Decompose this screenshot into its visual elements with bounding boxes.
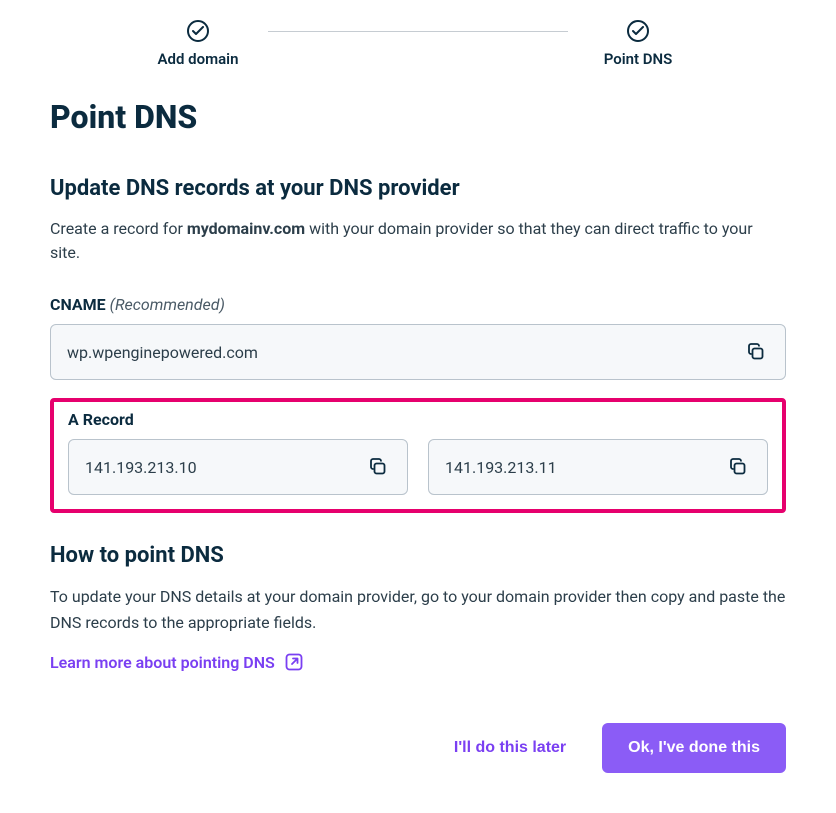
learn-more-link[interactable]: Learn more about pointing DNS [50,651,305,673]
copy-icon [728,457,748,477]
a-record-field-1: 141.193.213.10 [68,439,408,495]
step-label: Add domain [158,50,239,68]
stepper-divider [268,31,568,32]
cname-hint: (Recommended) [110,295,225,314]
done-button[interactable]: Ok, I've done this [602,723,786,773]
copy-a-record-1-button[interactable] [365,454,391,480]
page-title: Point DNS [50,98,786,136]
a-record-value-2: 141.193.213.11 [445,458,557,477]
cname-block: CNAME (Recommended) wp.wpenginepowered.c… [50,295,786,380]
a-record-highlight: A Record 141.193.213.10 141.193.213.11 [50,398,786,513]
a-record-label: A Record [68,410,768,429]
domain-name: mydomainv.com [187,219,305,238]
intro-prefix: Create a record for [50,219,187,238]
copy-icon [746,342,766,362]
howto-body: To update your DNS details at your domai… [50,584,786,635]
update-dns-heading: Update DNS records at your DNS provider [50,176,786,201]
do-later-button[interactable]: I'll do this later [446,727,574,769]
a-record-row: 141.193.213.10 141.193.213.11 [68,439,768,495]
step-point-dns: Point DNS [568,20,708,68]
check-circle-icon [627,20,649,42]
cname-field: wp.wpenginepowered.com [50,324,786,380]
external-link-icon [283,651,305,673]
copy-cname-button[interactable] [743,339,769,365]
howto-heading: How to point DNS [50,543,786,568]
progress-stepper: Add domain Point DNS [50,20,786,68]
step-add-domain: Add domain [128,20,268,68]
a-record-field-2: 141.193.213.11 [428,439,768,495]
copy-icon [368,457,388,477]
check-circle-icon [187,20,209,42]
update-dns-intro: Create a record for mydomainv.com with y… [50,217,786,265]
cname-value: wp.wpenginepowered.com [67,343,258,362]
cname-label: CNAME (Recommended) [50,295,786,314]
footer-actions: I'll do this later Ok, I've done this [50,723,786,773]
copy-a-record-2-button[interactable] [725,454,751,480]
step-label: Point DNS [604,50,673,68]
cname-label-text: CNAME [50,295,106,314]
a-record-value-1: 141.193.213.10 [85,458,197,477]
learn-more-text: Learn more about pointing DNS [50,653,275,672]
